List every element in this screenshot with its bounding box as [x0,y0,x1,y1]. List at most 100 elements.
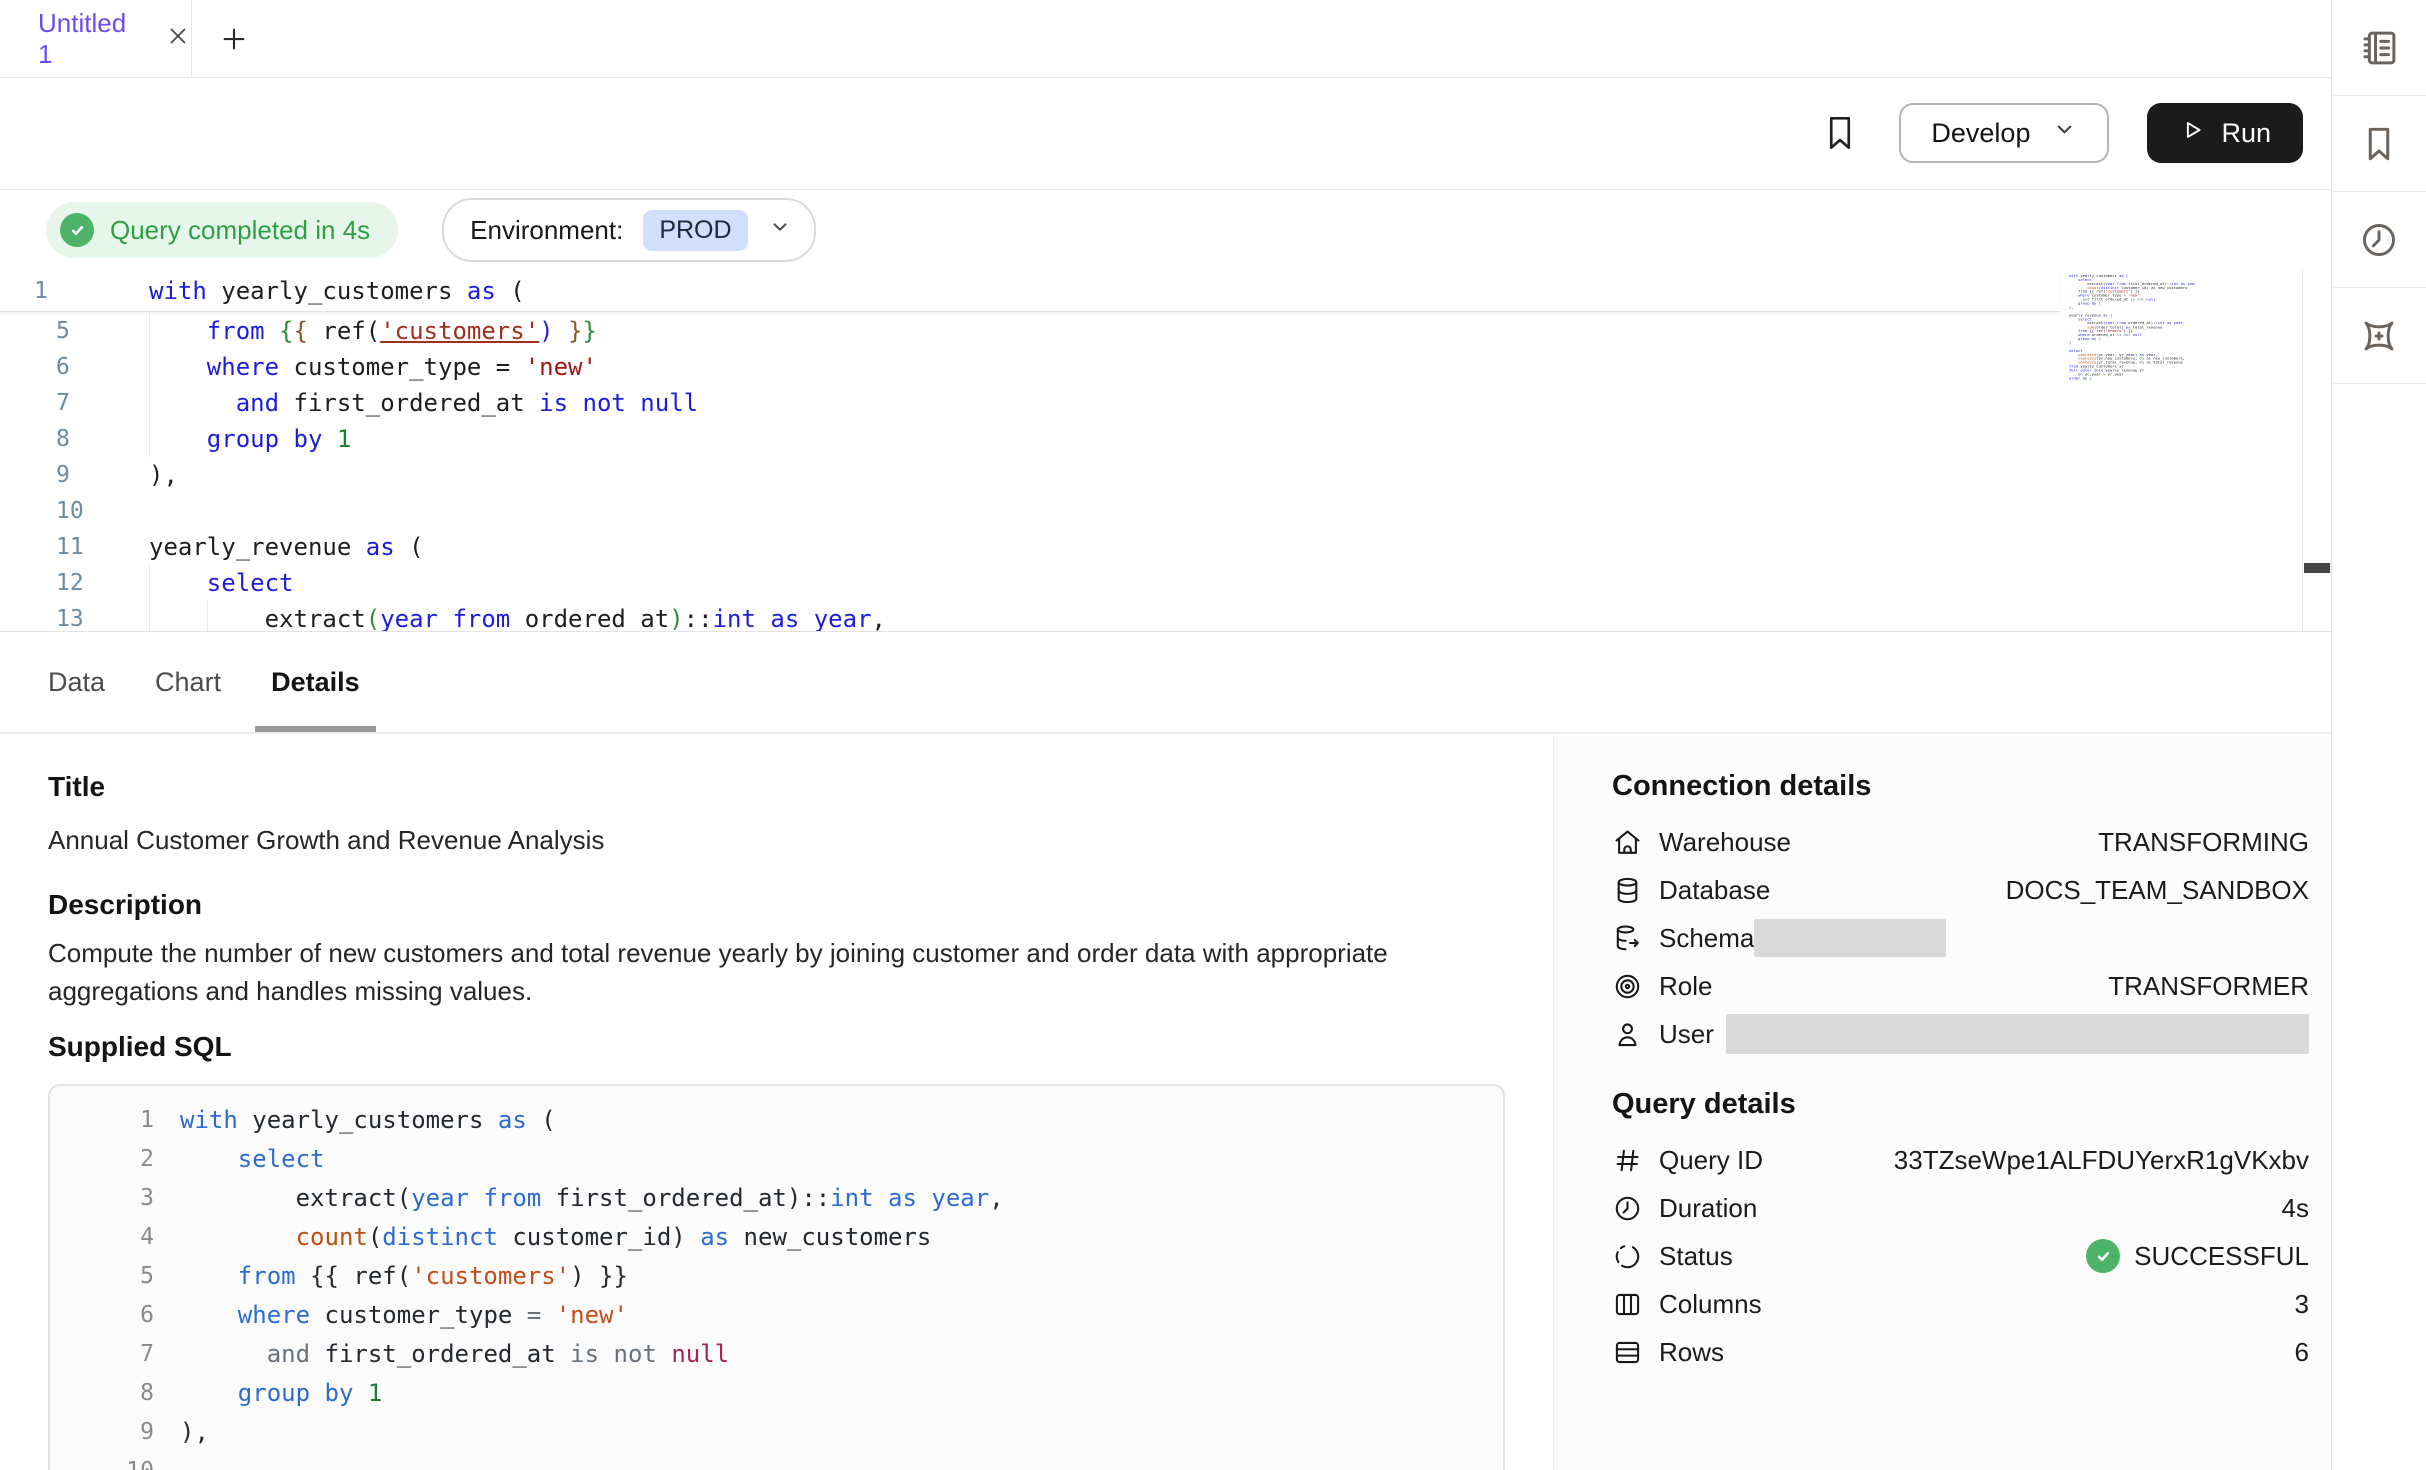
row-label: Duration [1659,1193,1757,1224]
rail-button-history[interactable] [2332,192,2426,288]
history-icon [2358,219,2400,261]
rail-button-lineage[interactable] [2332,288,2426,384]
query-status-pill: Query completed in 4s [46,202,398,258]
user-icon [1612,1019,1643,1050]
bookmark-button[interactable] [1819,112,1861,154]
row-value: 4s [2282,1193,2309,1224]
supplied-sql-line: 3 extract(year from first_ordered_at)::i… [50,1178,1503,1217]
row-label: Query ID [1659,1145,1763,1176]
results-tabbar: Data Chart Details [0,632,2331,734]
row-value: DOCS_TEAM_SANDBOX [2006,875,2309,906]
plus-icon [219,24,249,54]
line-number: 6 [50,1302,154,1328]
detail-row-columns: Columns3 [1612,1280,2309,1328]
editor-body: 5 from {{ ref('customers') }}6 where cus… [0,313,2302,632]
line-number: 9 [50,1419,154,1445]
title-heading: Title [48,770,1505,804]
line-number: 8 [0,426,106,452]
details-pane: Title Annual Customer Growth and Revenue… [0,734,2331,1470]
editor-line: 10 [0,493,2302,529]
detail-row-status: Status SUCCESSFUL [1612,1232,2309,1280]
lineage-icon [2358,315,2400,357]
line-number: 10 [50,1458,154,1470]
query-details-rows: Query ID 33TZseWpe1ALFDUYerxR1gVKxbv Dura… [1612,1136,2309,1376]
row-label: Rows [1659,1337,1724,1368]
notebook-icon [2358,27,2400,69]
check-icon [68,221,87,240]
editor-line: 6 where customer_type = 'new' [0,349,2302,385]
success-check-badge [60,213,94,247]
details-right-panel: Connection details WarehouseTRANSFORMING… [1553,734,2331,1470]
row-label: User [1659,1019,1714,1050]
new-tab-button[interactable] [192,0,276,77]
environment-select[interactable]: Environment: PROD [442,198,815,262]
run-button[interactable]: Run [2147,103,2303,163]
supplied-sql-heading: Supplied SQL [48,1030,1505,1064]
redacted-value [1726,1014,2309,1054]
editor-line: 11yearly_revenue as ( [0,529,2302,565]
row-value: TRANSFORMER [2108,971,2309,1002]
bookmark-icon [1819,112,1861,154]
success-check-badge [2086,1239,2120,1273]
detail-row-database: DatabaseDOCS_TEAM_SANDBOX [1612,866,2309,914]
code-editor[interactable]: 5 from {{ ref('customers') }}6 where cus… [0,270,2331,632]
editor-scrollbar-thumb[interactable] [2304,563,2330,573]
editor-minimap[interactable]: with yearly_customers as ( select extrac… [2069,274,2195,382]
line-number: 1 [0,278,106,304]
status-row: Query completed in 4s Environment: PROD [0,190,2331,270]
row-value: 33TZseWpe1ALFDUYerxR1gVKxbv [1894,1145,2309,1176]
document-tab-untitled-1[interactable]: Untitled 1 [0,0,192,77]
supplied-sql-line: 10 [50,1451,1503,1470]
line-number: 1 [50,1107,154,1133]
supplied-sql-line: 6 where customer_type = 'new' [50,1295,1503,1334]
description-heading: Description [48,888,1505,922]
detail-row-query-id: Query ID 33TZseWpe1ALFDUYerxR1gVKxbv [1612,1136,2309,1184]
line-number: 6 [0,354,106,380]
results-tab-data[interactable]: Data [48,632,105,732]
supplied-sql-line: 2 select [50,1139,1503,1178]
editor-right-divider [2302,270,2303,631]
warehouse-icon [1612,827,1643,858]
line-number: 4 [50,1224,154,1250]
row-label: Role [1659,971,1712,1002]
supplied-sql-line: 4 count(distinct customer_id) as new_cus… [50,1217,1503,1256]
supplied-sql-line: 5 from {{ ref('customers') }} [50,1256,1503,1295]
line-number: 7 [50,1341,154,1367]
spinner-icon [1612,1241,1643,1272]
chevron-down-icon [768,215,792,239]
detail-row-duration: Duration 4s [1612,1184,2309,1232]
supplied-sql-block: 1with yearly_customers as (2 select3 ext… [48,1084,1505,1470]
close-icon [165,23,191,49]
schema-icon [1612,923,1643,954]
results-tab-chart[interactable]: Chart [155,632,221,732]
detail-row-user: User [1612,1010,2309,1058]
rail-button-bookmarks[interactable] [2332,96,2426,192]
row-value: 3 [2295,1289,2309,1320]
main-area: Untitled 1 Develop Run Query completed i… [0,0,2331,1470]
rail-button-notebook[interactable] [2332,0,2426,96]
editor-line: 13 extract(year from ordered_at)::int as… [0,601,2302,632]
row-value: SUCCESSFUL [2086,1239,2309,1273]
row-value: TRANSFORMING [2098,827,2309,858]
detail-row-rows: Rows 6 [1612,1328,2309,1376]
sql-ide-window: Untitled 1 Develop Run Query completed i… [0,0,2426,1470]
detail-row-role: Role TRANSFORMER [1612,962,2309,1010]
check-icon [2094,1247,2113,1266]
environment-label: Environment: [470,215,623,246]
develop-dropdown-button[interactable]: Develop [1899,103,2109,163]
line-number: 8 [50,1380,154,1406]
supplied-sql-line: 8 group by 1 [50,1373,1503,1412]
editor-line: 12 select [0,565,2302,601]
row-label: Status [1659,1241,1733,1272]
close-tab-button[interactable] [165,23,191,54]
columns-icon [1612,1289,1643,1320]
supplied-sql-line: 1with yearly_customers as ( [50,1100,1503,1139]
document-tabbar: Untitled 1 [0,0,2331,78]
connection-details-rows: WarehouseTRANSFORMING DatabaseDOCS_TEAM_… [1612,818,2309,1058]
hash-icon [1612,1145,1643,1176]
redacted-value [1754,919,1946,957]
row-value: 6 [2295,1337,2309,1368]
results-tab-details[interactable]: Details [271,632,360,732]
line-number: 11 [0,534,106,560]
title-value: Annual Customer Growth and Revenue Analy… [48,824,1505,856]
